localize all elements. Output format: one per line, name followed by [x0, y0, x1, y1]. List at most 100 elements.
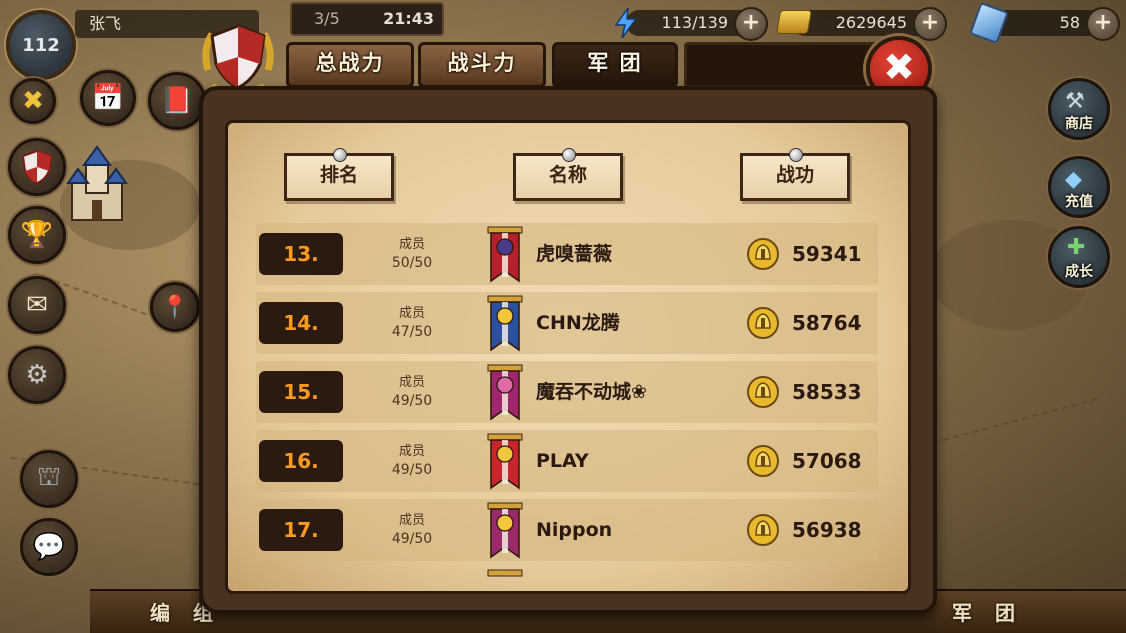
gear-icon: ⚙: [25, 360, 49, 390]
add-gems-button[interactable]: +: [1086, 7, 1120, 41]
tab-empty-slot: [684, 42, 890, 88]
map-path: [932, 398, 1098, 444]
pin-icon: [562, 148, 576, 162]
recharge-button[interactable]: ◆ 充值: [1048, 156, 1110, 218]
trophy-icon: 🏆: [20, 220, 54, 250]
growth-icon: ✚: [1067, 235, 1086, 260]
rank-badge: 17.: [259, 509, 343, 551]
members-info: 成员 49/50: [376, 373, 448, 411]
merit-value: 59341: [792, 242, 862, 266]
shop-label: 商店: [1065, 116, 1093, 132]
gold-counter: 2629645 +: [775, 7, 947, 41]
legion-banner-icon: [487, 502, 523, 559]
map-marker-button[interactable]: 📍: [150, 282, 200, 332]
members-info: 成员 50/50: [376, 235, 448, 273]
calendar-icon: 📅: [91, 83, 125, 113]
castle-icon[interactable]: [62, 145, 132, 225]
table-row[interactable]: 16. 成员 49/50 PLAY 57068: [256, 430, 878, 492]
calendar-button[interactable]: 📅: [80, 70, 136, 126]
table-row[interactable]: 13. 成员 50/50 虎嗅蔷薇 59341: [256, 223, 878, 285]
rank-badge: 13.: [259, 233, 343, 275]
table-row[interactable]: 14. 成员 47/50 CHN龙腾 58764: [256, 292, 878, 354]
tab-legion[interactable]: 军 团: [552, 42, 678, 88]
rank-badge: 16.: [259, 440, 343, 482]
legion-banner-icon: [487, 295, 523, 352]
column-header-merit-label: 战功: [775, 164, 814, 186]
chat-bubble-icon: 💬: [32, 532, 66, 562]
fortress-button[interactable]: ⛫: [20, 450, 78, 508]
merit-helmet-icon: [747, 238, 779, 270]
members-label: 成员: [398, 513, 425, 528]
members-label: 成员: [398, 375, 425, 390]
shield-icon: [21, 149, 53, 185]
legion-name: 虎嗅蔷薇: [536, 243, 613, 265]
members-count: 47/50: [391, 324, 433, 340]
members-label: 成员: [398, 306, 425, 321]
merit-value: 57068: [792, 449, 862, 473]
merit-helmet-icon: [747, 307, 779, 339]
shop-button[interactable]: ⚒ 商店: [1048, 78, 1110, 140]
members-label: 成员: [398, 444, 425, 459]
merit-value: 56938: [792, 518, 862, 542]
shop-icon: ⚒: [1065, 89, 1085, 114]
growth-button[interactable]: ✚ 成长: [1048, 226, 1110, 288]
map-pin-icon: 📍: [161, 294, 189, 320]
ranking-panel: 排名 名称 战功 13. 成员 50/50 虎嗅蔷薇 59341 14. 成员 …: [199, 86, 937, 614]
table-row[interactable]: 17. 成员 49/50 Nippon 56938: [256, 499, 878, 561]
tab-total-power[interactable]: 总战力: [286, 42, 414, 88]
lightning-icon: [614, 8, 638, 38]
column-header-merit: 战功: [740, 148, 850, 201]
diamond-icon: [969, 1, 1009, 45]
members-count: 49/50: [391, 531, 433, 547]
members-count: 50/50: [391, 255, 433, 271]
tab-combat-power[interactable]: 战斗力: [418, 42, 546, 88]
rank-badge: 14.: [259, 302, 343, 344]
chat-button[interactable]: 💬: [20, 518, 78, 576]
legion-name: 魔吞不动城❀: [536, 381, 647, 403]
mail-button[interactable]: ✉: [8, 276, 66, 334]
merit-helmet-icon: [747, 376, 779, 408]
legion-name: Nippon: [536, 519, 613, 541]
x-icon: ✖: [22, 86, 44, 116]
members-count: 49/50: [391, 462, 433, 478]
letter-icon: ✉: [26, 290, 48, 320]
player-name: 张飞: [89, 14, 122, 33]
player-level-badge[interactable]: 112: [6, 10, 76, 80]
close-sidebar-button[interactable]: ✖: [10, 78, 56, 124]
legion-shield-button[interactable]: [8, 138, 66, 196]
recharge-label: 充值: [1065, 194, 1093, 210]
growth-label: 成长: [1065, 264, 1093, 280]
energy-value: 113/139: [661, 13, 728, 32]
column-header-name-label: 名称: [548, 164, 587, 186]
merit-value: 58764: [792, 311, 862, 335]
gem-pile-icon: ◆: [1065, 167, 1082, 192]
members-count: 49/50: [391, 393, 433, 409]
legion-banner-icon: [487, 226, 523, 283]
settings-button[interactable]: ⚙: [8, 346, 66, 404]
legion-ranking-list[interactable]: 13. 成员 50/50 虎嗅蔷薇 59341 14. 成员 47/50 CHN…: [256, 223, 878, 586]
add-gold-button[interactable]: +: [913, 7, 947, 41]
members-info: 成员 49/50: [376, 511, 448, 549]
gem-counter: 58 +: [969, 1, 1120, 45]
members-label: 成员: [398, 237, 425, 252]
members-info: 成员 49/50: [376, 442, 448, 480]
add-energy-button[interactable]: +: [734, 7, 768, 41]
merit-helmet-icon: [747, 514, 779, 546]
column-header-rank: 排名: [284, 148, 394, 201]
legion-banner-icon: [487, 364, 523, 421]
book-icon: 📕: [160, 86, 194, 116]
merit-helmet-icon: [747, 445, 779, 477]
gold-value: 2629645: [835, 13, 907, 32]
rank-badge: 15.: [259, 371, 343, 413]
nav-legion[interactable]: 军 团: [952, 597, 1023, 626]
merit-value: 58533: [792, 380, 862, 404]
legion-banner-icon: [487, 569, 523, 577]
trophy-button[interactable]: 🏆: [8, 206, 66, 264]
ranking-parchment: 排名 名称 战功 13. 成员 50/50 虎嗅蔷薇 59341 14. 成员 …: [225, 120, 911, 594]
members-info: 成员 47/50: [376, 304, 448, 342]
clock-prefix: 3/5: [314, 9, 340, 28]
table-row[interactable]: 15. 成员 49/50 魔吞不动城❀ 58533: [256, 361, 878, 423]
clock-chip: 3/5 21:43: [290, 2, 444, 36]
legion-name: PLAY: [536, 450, 589, 472]
pin-icon: [333, 148, 347, 162]
